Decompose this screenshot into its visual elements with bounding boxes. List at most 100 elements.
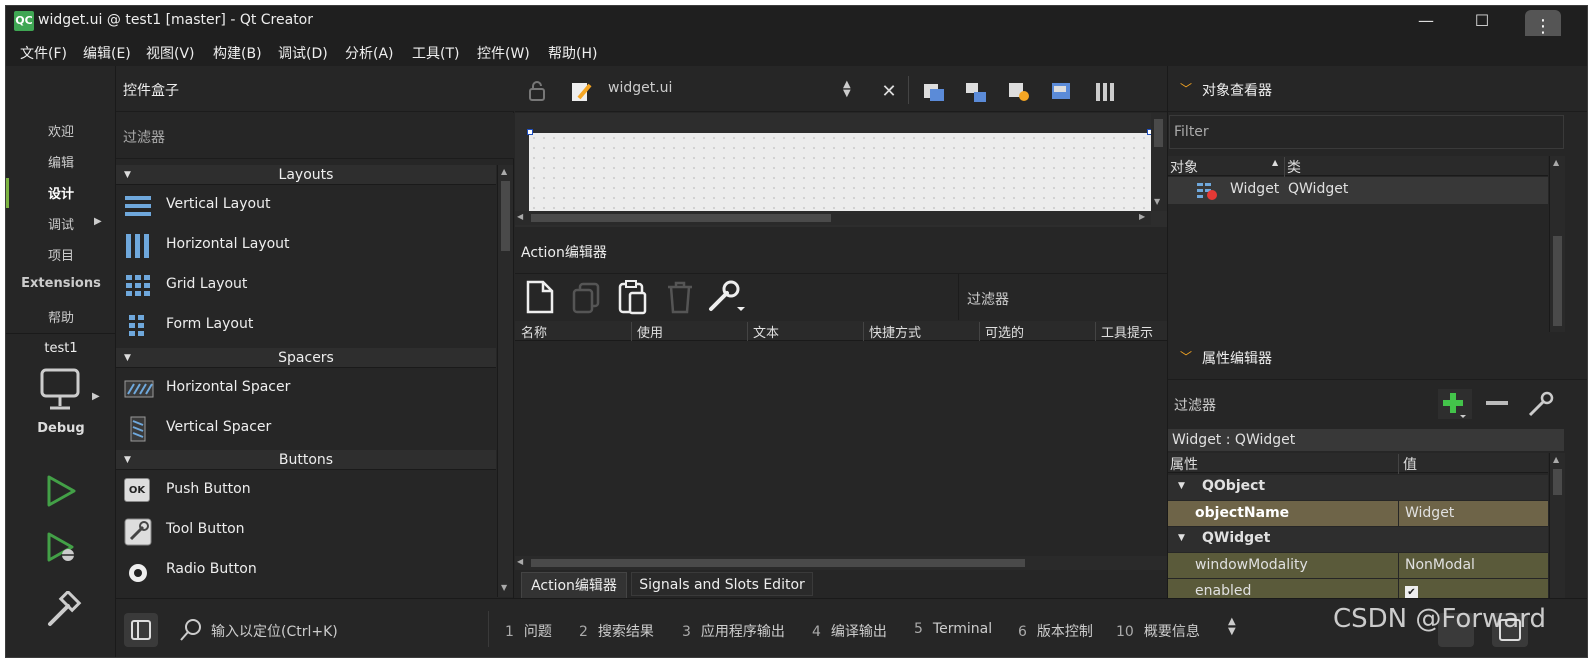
configure-wrench-icon[interactable] [707, 279, 747, 319]
property-row-windowmodality[interactable]: windowModality NonModal [1168, 553, 1548, 578]
scroll-up-icon[interactable]: ▲ [1553, 158, 1559, 167]
tab-action-editor[interactable]: Action编辑器 [521, 572, 627, 598]
property-row-objectname[interactable]: objectName Widget [1168, 501, 1548, 526]
menu-debug[interactable]: 调试(D) [278, 43, 328, 63]
scroll-left-icon[interactable]: ◀ [517, 557, 523, 566]
widget-box-filter-input[interactable]: 过滤器 [123, 127, 165, 147]
mode-design[interactable]: 设计 [6, 183, 116, 202]
toggle-sidebar-icon[interactable] [124, 613, 158, 647]
property-group-qwidget[interactable]: ▼ QWidget [1168, 527, 1548, 552]
scroll-thumb[interactable] [1154, 119, 1163, 147]
object-filter-input[interactable]: Filter [1169, 115, 1564, 149]
category-layouts[interactable]: ▼ Layouts [116, 165, 496, 185]
menu-help[interactable]: 帮助(H) [548, 43, 597, 63]
menu-tools[interactable]: 工具(T) [412, 43, 459, 63]
property-scrollbar[interactable]: ▲ [1549, 453, 1565, 598]
collapse-chevron-icon[interactable]: ﹀ [1180, 80, 1192, 97]
configure-wrench-icon[interactable] [1526, 389, 1556, 423]
property-checkbox[interactable]: ✔ [1399, 579, 1548, 598]
lock-icon[interactable] [525, 80, 549, 104]
scroll-down-icon[interactable]: ▼ [1154, 197, 1160, 206]
output-tab-general-messages[interactable]: 10 概要信息 [1116, 621, 1200, 641]
paste-icon[interactable] [617, 279, 649, 319]
selection-handle[interactable] [527, 129, 533, 135]
locator-input[interactable]: 输入以定位(Ctrl+K) [211, 621, 338, 641]
scroll-thumb[interactable] [531, 559, 1025, 567]
collapse-chevron-icon[interactable]: ﹀ [1180, 348, 1192, 365]
minimize-button[interactable]: — [1403, 6, 1449, 36]
copy-icon[interactable] [571, 282, 601, 318]
property-value[interactable]: NonModal [1399, 553, 1548, 578]
col-text[interactable]: 文本 [747, 322, 779, 341]
col-object[interactable]: 对象 [1170, 157, 1198, 177]
open-file-name[interactable]: widget.ui [608, 80, 672, 96]
menu-file[interactable]: 文件(F) [20, 43, 67, 63]
output-tab-compile-output[interactable]: 4 编译输出 [812, 621, 887, 641]
scroll-left-icon[interactable]: ◀ [517, 212, 523, 221]
output-tab-issues[interactable]: 1 问题 [505, 621, 552, 641]
maximize-button[interactable]: ☐ [1459, 6, 1505, 36]
scroll-thumb[interactable] [1553, 469, 1562, 495]
output-tab-version-control[interactable]: 6 版本控制 [1018, 621, 1093, 641]
col-name[interactable]: 名称 [521, 322, 547, 341]
col-used[interactable]: 使用 [631, 322, 663, 341]
scroll-thumb[interactable] [501, 181, 510, 251]
mode-extensions[interactable]: Extensions [6, 276, 116, 291]
col-class[interactable]: 类 [1284, 157, 1301, 177]
scroll-right-icon[interactable]: ▶ [1139, 212, 1145, 221]
menu-widgets[interactable]: 控件(W) [477, 43, 530, 63]
widget-box-scrollbar[interactable]: ▲ ▼ [497, 165, 513, 597]
remove-property-icon[interactable] [1486, 401, 1508, 405]
widget-item-vertical-layout[interactable]: Vertical Layout [116, 185, 496, 225]
property-filter-input[interactable]: 过滤器 [1174, 395, 1216, 415]
tab-signals-slots-editor[interactable]: Signals and Slots Editor [631, 572, 813, 596]
widget-item-tool-button[interactable]: Tool Button [116, 510, 496, 550]
object-tree-scrollbar[interactable]: ▲ [1549, 156, 1565, 332]
edit-signals-icon[interactable] [964, 80, 988, 104]
edit-buddies-icon[interactable] [1007, 80, 1031, 104]
mode-projects[interactable]: 项目 [6, 245, 116, 264]
form-widget-preview[interactable] [529, 133, 1151, 211]
scroll-thumb[interactable] [531, 214, 831, 222]
widget-item-form-layout[interactable]: Form Layout [116, 305, 496, 345]
col-value[interactable]: 值 [1398, 454, 1417, 474]
output-tab-application-output[interactable]: 3 应用程序输出 [682, 621, 785, 641]
debug-run-icon[interactable] [44, 531, 80, 567]
menu-analyze[interactable]: 分析(A) [345, 43, 394, 63]
category-buttons[interactable]: ▼ Buttons [116, 450, 496, 470]
scroll-down-icon[interactable]: ▼ [501, 583, 507, 592]
scroll-up-icon[interactable]: ▲ [1553, 455, 1559, 464]
mode-edit[interactable]: 编辑 [6, 152, 116, 171]
edit-tab-order-icon[interactable] [1050, 80, 1074, 104]
property-group-qobject[interactable]: ▼ QObject [1168, 475, 1548, 500]
widget-item-grid-layout[interactable]: Grid Layout [116, 265, 496, 305]
more-output-panes-icon[interactable]: ▲ ▼ [1228, 617, 1236, 637]
col-property[interactable]: 属性 [1170, 454, 1198, 474]
widget-item-horizontal-spacer[interactable]: Horizontal Spacer [116, 368, 496, 408]
canvas-horizontal-scrollbar[interactable]: ◀ ▶ [515, 211, 1151, 225]
widget-item-vertical-spacer[interactable]: Vertical Spacer [116, 408, 496, 448]
object-tree-row[interactable]: Widget QWidget [1168, 177, 1548, 204]
target-chevron-icon[interactable]: ▶ [92, 391, 100, 402]
monitor-icon[interactable] [40, 368, 82, 412]
layout-horizontally-icon[interactable] [1093, 80, 1117, 104]
col-tooltip[interactable]: 工具提示 [1095, 322, 1153, 341]
menu-view[interactable]: 视图(V) [146, 43, 195, 63]
build-hammer-icon[interactable] [42, 589, 82, 631]
col-shortcut[interactable]: 快捷方式 [863, 322, 921, 341]
run-icon[interactable] [44, 474, 78, 508]
mode-help[interactable]: 帮助 [6, 307, 116, 326]
widget-item-radio-button[interactable]: Radio Button [116, 550, 496, 590]
menu-build[interactable]: 构建(B) [213, 43, 262, 63]
property-value[interactable]: Widget [1399, 501, 1548, 526]
widget-item-horizontal-layout[interactable]: Horizontal Layout [116, 225, 496, 265]
action-table-hscrollbar[interactable]: ◀ [515, 556, 1167, 570]
project-name[interactable]: test1 [6, 341, 116, 356]
output-tab-search-results[interactable]: 2 搜索结果 [579, 621, 654, 641]
file-switcher-icon[interactable]: ▲ ▼ [843, 80, 851, 99]
close-document-icon[interactable]: ✕ [877, 80, 901, 104]
action-filter-input[interactable]: 过滤器 [958, 274, 1167, 320]
new-action-icon[interactable] [525, 280, 555, 318]
mode-welcome[interactable]: 欢迎 [6, 121, 116, 140]
add-dynamic-property-icon[interactable] [1438, 389, 1472, 419]
